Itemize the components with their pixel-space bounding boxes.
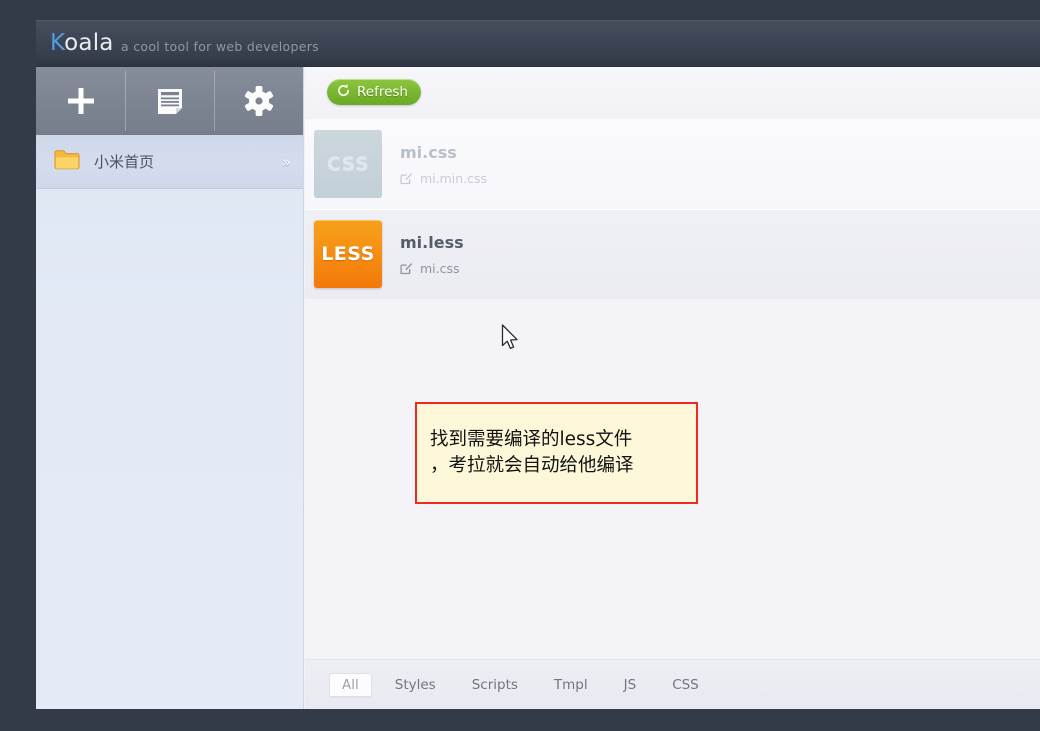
file-info: mi.less mi.css xyxy=(400,233,464,276)
file-name: mi.css xyxy=(400,143,487,162)
filter-tab-css[interactable]: CSS xyxy=(659,673,712,697)
add-project-button[interactable] xyxy=(36,67,125,135)
settings-button[interactable] xyxy=(214,67,303,135)
annotation-line-1: 找到需要编译的less文件 xyxy=(430,427,634,453)
filter-tab-all[interactable]: All xyxy=(329,673,372,697)
filter-tab-js[interactable]: JS xyxy=(611,673,650,697)
filter-tab-scripts[interactable]: Scripts xyxy=(459,673,531,697)
file-list-item[interactable]: LESS mi.less mi.css xyxy=(305,209,1040,299)
app-logo: Koala xyxy=(50,30,114,56)
annotation-callout: 找到需要编译的less文件 ，考拉就会自动给他编译 xyxy=(415,402,698,504)
document-icon xyxy=(155,86,185,116)
logo-letter-k: K xyxy=(50,30,64,56)
edit-icon xyxy=(400,262,413,275)
edit-icon xyxy=(400,172,413,185)
refresh-toolbar: Refresh xyxy=(305,67,1040,119)
filter-tab-styles[interactable]: Styles xyxy=(382,673,449,697)
koala-app-window: Koala a cool tool for web developers xyxy=(36,20,1040,709)
sidebar-toolbar xyxy=(36,67,303,135)
file-list-item[interactable]: CSS mi.css mi.min.css xyxy=(305,119,1040,209)
file-output: mi.min.css xyxy=(400,171,487,186)
annotation-text: 找到需要编译的less文件 ，考拉就会自动给他编译 xyxy=(430,427,634,480)
file-output-name: mi.css xyxy=(420,261,460,276)
logo-text: oala xyxy=(64,30,113,56)
file-output-name: mi.min.css xyxy=(420,171,487,186)
refresh-button-label: Refresh xyxy=(357,84,408,100)
file-list: CSS mi.css mi.min.css xyxy=(305,119,1040,659)
annotation-line-2: ，考拉就会自动给他编译 xyxy=(430,453,634,479)
file-type-badge: LESS xyxy=(314,220,382,288)
mouse-cursor xyxy=(501,324,521,357)
gear-icon xyxy=(243,85,275,117)
filter-tab-tmpl[interactable]: Tmpl xyxy=(541,673,601,697)
sidebar: 小米首页 » xyxy=(36,67,304,709)
app-tagline: a cool tool for web developers xyxy=(121,39,319,54)
sidebar-item-project-label: 小米首页 xyxy=(94,151,282,172)
file-name: mi.less xyxy=(400,233,464,252)
main-panel: Refresh CSS mi.css xyxy=(305,67,1040,709)
folder-icon xyxy=(54,149,80,175)
file-output: mi.css xyxy=(400,261,464,276)
filter-tab-bar: All Styles Scripts Tmpl JS CSS xyxy=(305,659,1040,709)
plus-icon xyxy=(64,84,98,118)
file-type-badge: CSS xyxy=(314,130,382,198)
refresh-icon xyxy=(336,83,351,102)
title-bar: Koala a cool tool for web developers xyxy=(36,20,1040,67)
chevron-right-icon[interactable]: » xyxy=(282,153,289,171)
sidebar-item-project[interactable]: 小米首页 » xyxy=(36,135,303,189)
project-list-button[interactable] xyxy=(125,67,214,135)
file-info: mi.css mi.min.css xyxy=(400,143,487,186)
refresh-button[interactable]: Refresh xyxy=(327,79,421,105)
